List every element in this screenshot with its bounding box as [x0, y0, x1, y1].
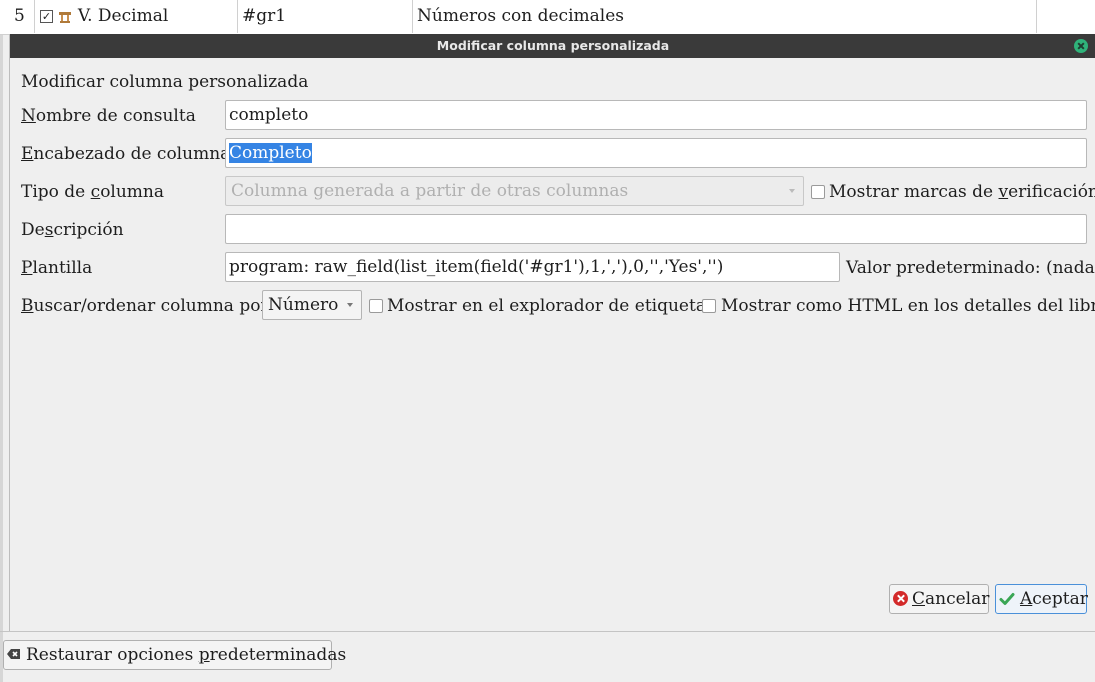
template-label: Plantilla	[21, 258, 93, 278]
chevron-down-icon	[789, 189, 795, 193]
column-heading-input[interactable]: Completo	[225, 138, 1087, 168]
default-value-label: Valor predeterminado: (nada)	[846, 258, 1095, 278]
sort-by-select[interactable]: Número	[262, 290, 362, 320]
dialog-title: Modificar columna personalizada	[436, 38, 670, 53]
html-details-checkbox[interactable]	[702, 299, 716, 313]
html-details-label[interactable]: Mostrar como HTML en los detalles del li…	[721, 296, 1095, 316]
show-checkmarks-checkbox[interactable]	[811, 185, 825, 199]
template-input[interactable]: program: raw_field(list_item(field('#gr1…	[225, 252, 840, 282]
divider	[0, 631, 1095, 632]
column-type-value: Columna generada a partir de otras colum…	[231, 181, 629, 201]
row-description: Números con decimales	[413, 0, 1037, 33]
column-type-label: Tipo de columna	[21, 182, 165, 202]
show-checkmarks-label[interactable]: Mostrar marcas de verificación	[829, 182, 1095, 202]
lookup-name-input[interactable]: completo	[225, 100, 1087, 130]
tag-browser-label[interactable]: Mostrar en el explorador de etiquetas	[387, 296, 715, 316]
column-heading-label: Encabezado de columna	[21, 144, 231, 164]
row-name: V. Decimal	[77, 6, 169, 26]
sort-by-label: Buscar/ordenar columna por	[21, 296, 269, 316]
dialog-titlebar[interactable]: Modificar columna personalizada	[10, 34, 1095, 58]
close-icon[interactable]	[1074, 39, 1088, 53]
edit-column-dialog: Modificar columna personalizada Modifica…	[9, 34, 1095, 631]
window-left-edge	[0, 0, 3, 682]
row-number: 5	[3, 0, 35, 33]
lookup-name-label: Nombre de consulta	[21, 106, 196, 126]
row-lookup: #gr1	[238, 0, 413, 33]
row-checkbox[interactable]: ✓	[40, 10, 53, 23]
tag-icon	[59, 11, 72, 23]
tag-browser-checkbox[interactable]	[369, 299, 383, 313]
restore-defaults-button[interactable]: Restaurar opciones predeterminadas	[3, 640, 346, 670]
table-row[interactable]: 5 ✓ V. Decimal #gr1 Números con decimale…	[0, 0, 1095, 35]
selected-text: Completo	[229, 143, 312, 163]
description-input[interactable]	[225, 214, 1087, 244]
cancel-icon	[893, 591, 908, 606]
cancel-button[interactable]: Cancelar	[889, 584, 989, 614]
column-type-select[interactable]: Columna generada a partir de otras colum…	[225, 176, 804, 206]
checkmark-icon	[999, 593, 1015, 605]
chevron-down-icon	[347, 303, 353, 307]
accept-button[interactable]: Aceptar	[995, 584, 1088, 614]
description-label: Descripción	[21, 220, 124, 240]
row-name-cell[interactable]: ✓ V. Decimal	[35, 0, 238, 33]
dialog-heading: Modificar columna personalizada	[21, 72, 309, 92]
restore-icon	[7, 649, 20, 659]
sort-by-value: Número	[268, 295, 339, 315]
